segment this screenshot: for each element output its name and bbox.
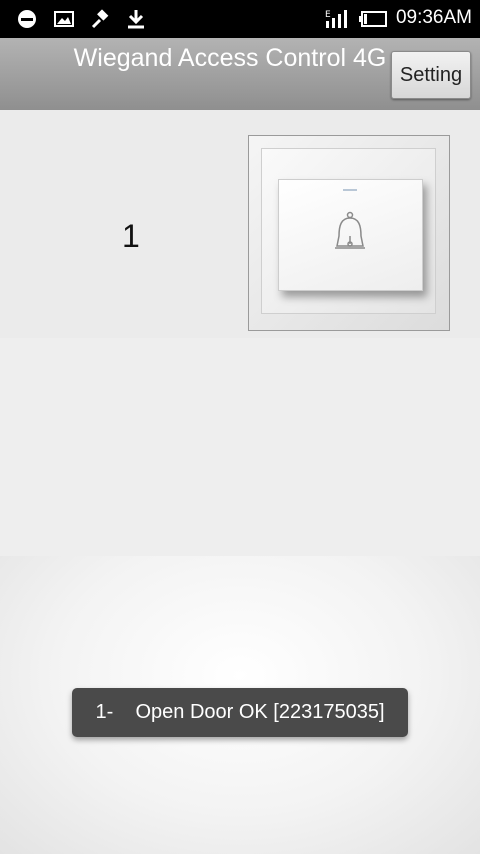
switch-rocker bbox=[278, 179, 423, 291]
empty-list-area bbox=[0, 338, 480, 556]
image-icon bbox=[54, 11, 74, 27]
page-title: Wiegand Access Control 4G bbox=[73, 44, 387, 72]
app-header: Wiegand Access Control 4G Setting bbox=[0, 38, 480, 110]
indicator-light bbox=[343, 189, 357, 191]
battery-icon bbox=[359, 11, 387, 27]
bell-icon bbox=[335, 211, 365, 249]
setting-button[interactable]: Setting bbox=[391, 51, 471, 99]
door-list-item: 1 bbox=[0, 110, 480, 338]
status-time: 09:36AM bbox=[395, 7, 472, 28]
notification-icon bbox=[18, 10, 36, 28]
doorbell-switch-button[interactable] bbox=[248, 135, 450, 331]
tool-icon bbox=[91, 9, 109, 29]
switch-plate bbox=[261, 148, 436, 314]
status-bar: E 09:36AM bbox=[0, 0, 480, 38]
toast-notification: 1- Open Door OK [223175035] bbox=[72, 688, 408, 737]
door-number: 1 bbox=[122, 218, 140, 254]
signal-icon: E bbox=[325, 10, 347, 28]
svg-text:E: E bbox=[325, 10, 331, 20]
download-icon bbox=[128, 10, 144, 29]
toast-message: 1- Open Door OK [223175035] bbox=[95, 701, 385, 723]
